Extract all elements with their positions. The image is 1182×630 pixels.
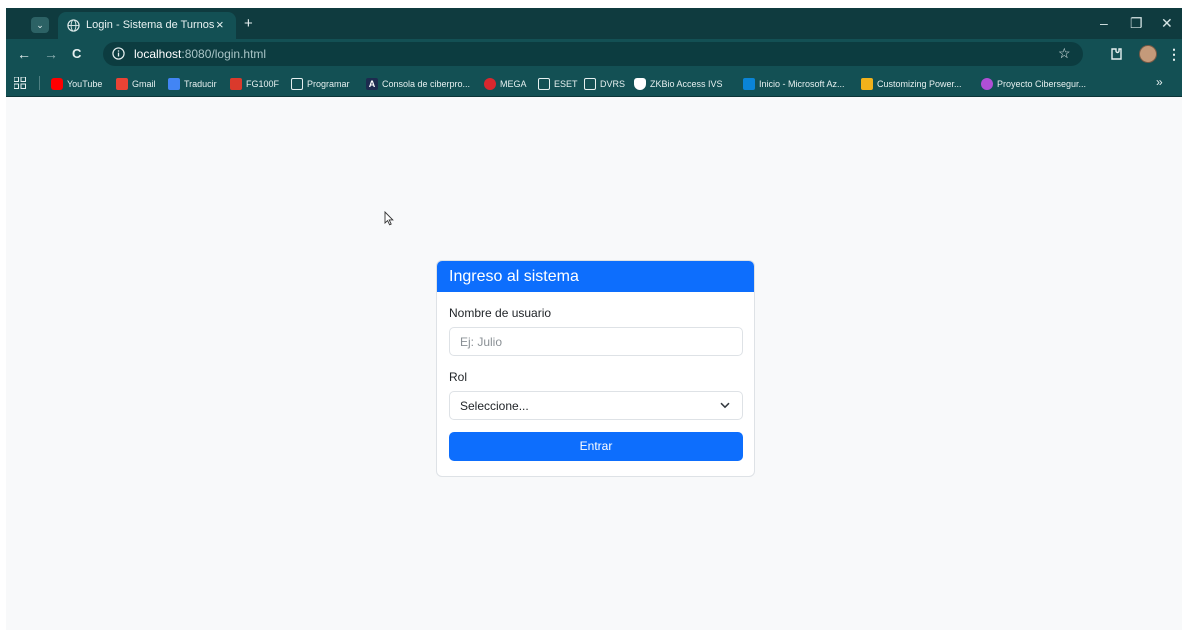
username-label: Nombre de usuario: [449, 306, 552, 320]
bookmark-star-icon[interactable]: ☆: [1058, 45, 1071, 62]
login-card-header: Ingreso al sistema: [437, 261, 754, 292]
bookmark-eset[interactable]: ESET: [538, 76, 578, 92]
forward-icon[interactable]: →: [44, 46, 58, 62]
bookmarks-bar: YouTube Gmail Traducir FG100F Programar …: [6, 69, 1182, 97]
bookmarks-overflow-icon[interactable]: »: [1156, 75, 1163, 89]
youtube-icon: [51, 78, 63, 90]
proyecto-icon: [981, 78, 993, 90]
submit-button[interactable]: Entrar: [449, 432, 743, 461]
address-bar[interactable]: localhost:8080/login.html ☆: [103, 42, 1083, 66]
console-icon: A: [366, 78, 378, 90]
bookmark-zkbio[interactable]: ZKBio Access IVS: [634, 76, 723, 92]
bookmark-label: Consola de ciberpro...: [382, 79, 471, 89]
role-select-value: Seleccione...: [460, 399, 529, 413]
login-form: Nombre de usuario Rol Seleccione... Entr…: [437, 292, 754, 461]
bookmark-label: Customizing Power...: [877, 79, 962, 89]
shield-icon: [634, 78, 646, 90]
bookmark-label: ZKBio Access IVS: [650, 79, 723, 89]
translate-icon: [168, 78, 180, 90]
browser-toolbar: ← → C localhost:8080/login.html ☆ ⋮: [6, 39, 1182, 69]
bookmark-label: Inicio - Microsoft Az...: [759, 79, 845, 89]
extensions-icon[interactable]: [1109, 47, 1123, 61]
power-icon: [861, 78, 873, 90]
role-label: Rol: [449, 370, 468, 384]
bookmark-label: MEGA: [500, 79, 527, 89]
form-gap: [449, 356, 742, 370]
title-bar: ⌄ Login - Sistema de Turnos × + – ❐ ✕: [6, 8, 1182, 39]
mega-icon: [484, 78, 496, 90]
minimize-icon[interactable]: –: [1100, 15, 1108, 31]
gmail-icon: [116, 78, 128, 90]
folder-icon: [584, 78, 596, 90]
tab-title: Login - Sistema de Turnos: [86, 19, 215, 31]
role-select[interactable]: Seleccione...: [449, 391, 743, 420]
login-card: Ingreso al sistema Nombre de usuario Rol…: [436, 260, 755, 477]
bookmark-proyecto[interactable]: Proyecto Cibersegur...: [981, 76, 1086, 92]
folder-icon: [538, 78, 550, 90]
bookmark-label: Proyecto Cibersegur...: [997, 79, 1087, 89]
mouse-cursor-icon: [384, 211, 394, 226]
tab-search-icon[interactable]: ⌄: [31, 17, 49, 33]
bookmark-label: Traducir: [184, 79, 217, 89]
bookmarks-divider: [39, 76, 40, 90]
reload-icon[interactable]: C: [72, 46, 81, 62]
browser-window: ⌄ Login - Sistema de Turnos × + – ❐ ✕ ← …: [6, 8, 1182, 630]
menu-kebab-icon[interactable]: ⋮: [1167, 46, 1181, 62]
url-host: localhost: [134, 47, 182, 61]
globe-icon: [67, 19, 80, 32]
page-viewport: Ingreso al sistema Nombre de usuario Rol…: [6, 98, 1182, 630]
bookmark-consola[interactable]: A Consola de ciberpro...: [366, 76, 470, 92]
restore-icon[interactable]: ❐: [1130, 15, 1143, 31]
bookmark-azure[interactable]: Inicio - Microsoft Az...: [743, 76, 845, 92]
folder-icon: [291, 78, 303, 90]
back-icon[interactable]: ←: [17, 46, 31, 62]
bookmark-label: FG100F: [246, 79, 280, 89]
bookmark-label: Gmail: [132, 79, 156, 89]
bookmark-mega[interactable]: MEGA: [484, 76, 527, 92]
site-info-icon[interactable]: [112, 47, 125, 60]
profile-avatar-icon[interactable]: [1139, 45, 1157, 63]
username-input[interactable]: [449, 327, 743, 356]
bookmark-traducir[interactable]: Traducir: [168, 76, 217, 92]
bookmark-label: DVRS: [600, 79, 626, 89]
close-window-icon[interactable]: ✕: [1161, 15, 1173, 31]
bookmark-label: ESET: [554, 79, 578, 89]
new-tab-icon[interactable]: +: [244, 16, 253, 31]
fortinet-icon: [230, 78, 242, 90]
bookmark-youtube[interactable]: YouTube: [51, 76, 102, 92]
bookmark-gmail[interactable]: Gmail: [116, 76, 156, 92]
bookmark-fg100f[interactable]: FG100F: [230, 76, 279, 92]
apps-grid-icon[interactable]: [14, 77, 26, 89]
url-path: :8080/login.html: [181, 47, 267, 61]
bookmark-label: Programar: [307, 79, 350, 89]
browser-tab-active[interactable]: Login - Sistema de Turnos ×: [58, 12, 236, 39]
tab-close-icon[interactable]: ×: [216, 17, 224, 32]
bookmark-label: YouTube: [67, 79, 103, 89]
azure-icon: [743, 78, 755, 90]
bookmark-dvrs[interactable]: DVRS: [584, 76, 625, 92]
bookmark-programar[interactable]: Programar: [291, 76, 350, 92]
bookmark-customizing[interactable]: Customizing Power...: [861, 76, 962, 92]
url-text: localhost:8080/login.html: [134, 47, 266, 61]
chevron-down-icon: [720, 402, 730, 409]
